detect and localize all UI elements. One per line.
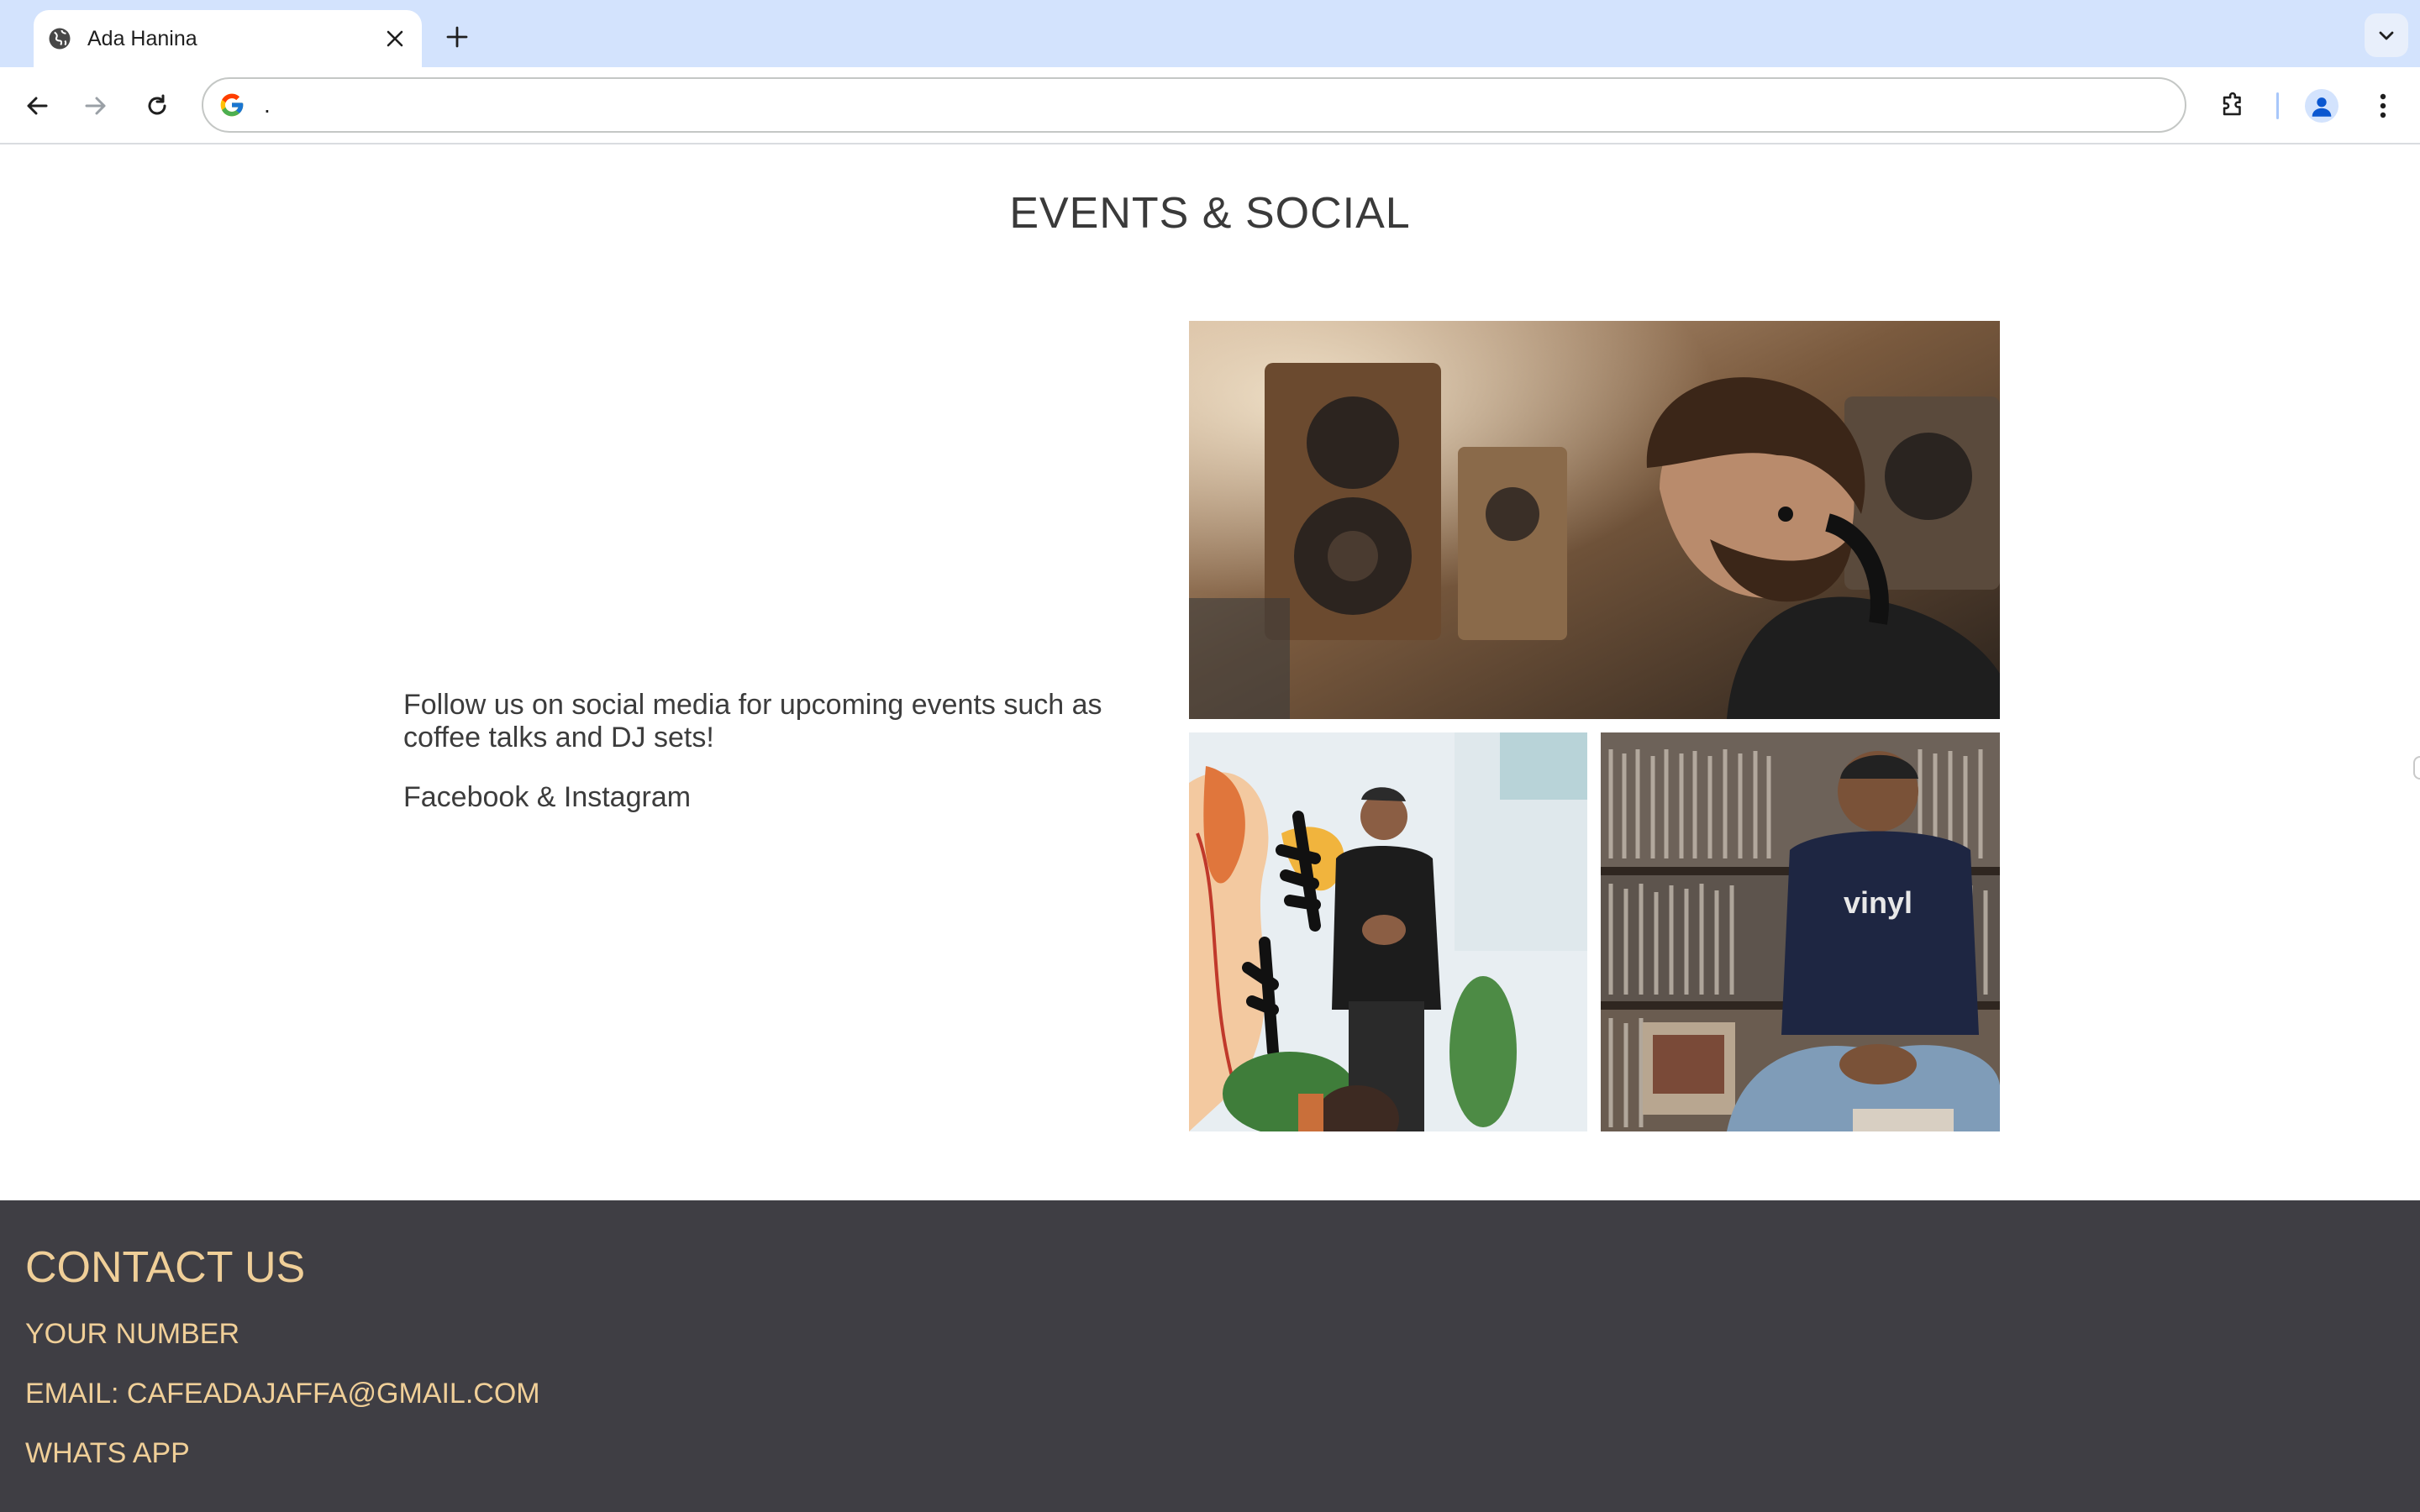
contact-email[interactable]: EMAIL: CAFEADAJAFFA@GMAIL.COM: [25, 1378, 540, 1410]
google-g-icon: [220, 93, 244, 117]
profile-button[interactable]: [2302, 86, 2342, 126]
forward-button[interactable]: [76, 86, 116, 126]
arrow-right-icon: [85, 97, 106, 115]
globe-icon: [49, 28, 71, 50]
events-description: Follow us on social media for upcoming e…: [403, 689, 1102, 753]
tab-close-button[interactable]: [378, 22, 412, 55]
contact-whatsapp[interactable]: WHATS APP: [25, 1437, 190, 1470]
browser-menu-button[interactable]: [2363, 86, 2403, 126]
toolbar-divider: [2276, 92, 2279, 119]
contact-number: YOUR NUMBER: [25, 1318, 240, 1350]
new-tab-button[interactable]: [437, 17, 477, 57]
browser-tabstrip: Ada Hanina: [0, 0, 2420, 67]
address-text: .: [264, 92, 271, 118]
plus-icon: [446, 26, 468, 48]
browser-toolbar: .: [0, 67, 2420, 144]
coffee-talk-photo: [1189, 732, 1587, 1131]
address-bar[interactable]: .: [202, 77, 2186, 133]
social-links[interactable]: Facebook & Instagram: [403, 781, 1143, 814]
close-icon: [387, 30, 403, 47]
avatar: [2305, 89, 2338, 123]
page-content: EVENTS & SOCIAL Follow us on social medi…: [0, 144, 2420, 1512]
person-icon: [2312, 97, 2332, 117]
shirt-text: vinyl: [1844, 885, 1912, 920]
dj-photo: [1189, 321, 2000, 719]
contact-footer: CONTACT US YOUR NUMBER EMAIL: CAFEADAJAF…: [0, 1200, 2420, 1512]
chevron-down-icon: [2379, 31, 2394, 40]
kebab-menu-icon: [2380, 93, 2386, 118]
reload-button[interactable]: [137, 86, 177, 126]
vinyl-photo: vinyl: [1601, 732, 2000, 1131]
events-text-block: Follow us on social media for upcoming e…: [403, 689, 1143, 841]
tab-title: Ada Hanina: [87, 26, 197, 50]
arrow-left-icon: [27, 97, 48, 115]
extensions-button[interactable]: [2212, 86, 2253, 126]
tab-search-button[interactable]: [2365, 13, 2408, 57]
puzzle-icon: [2223, 92, 2241, 116]
contact-title: CONTACT US: [25, 1243, 306, 1292]
browser-tab[interactable]: Ada Hanina: [34, 10, 422, 67]
section-title: EVENTS & SOCIAL: [1009, 189, 1411, 238]
back-button[interactable]: [17, 86, 57, 126]
reload-icon: [148, 94, 166, 115]
scroll-indicator[interactable]: [2413, 756, 2420, 780]
